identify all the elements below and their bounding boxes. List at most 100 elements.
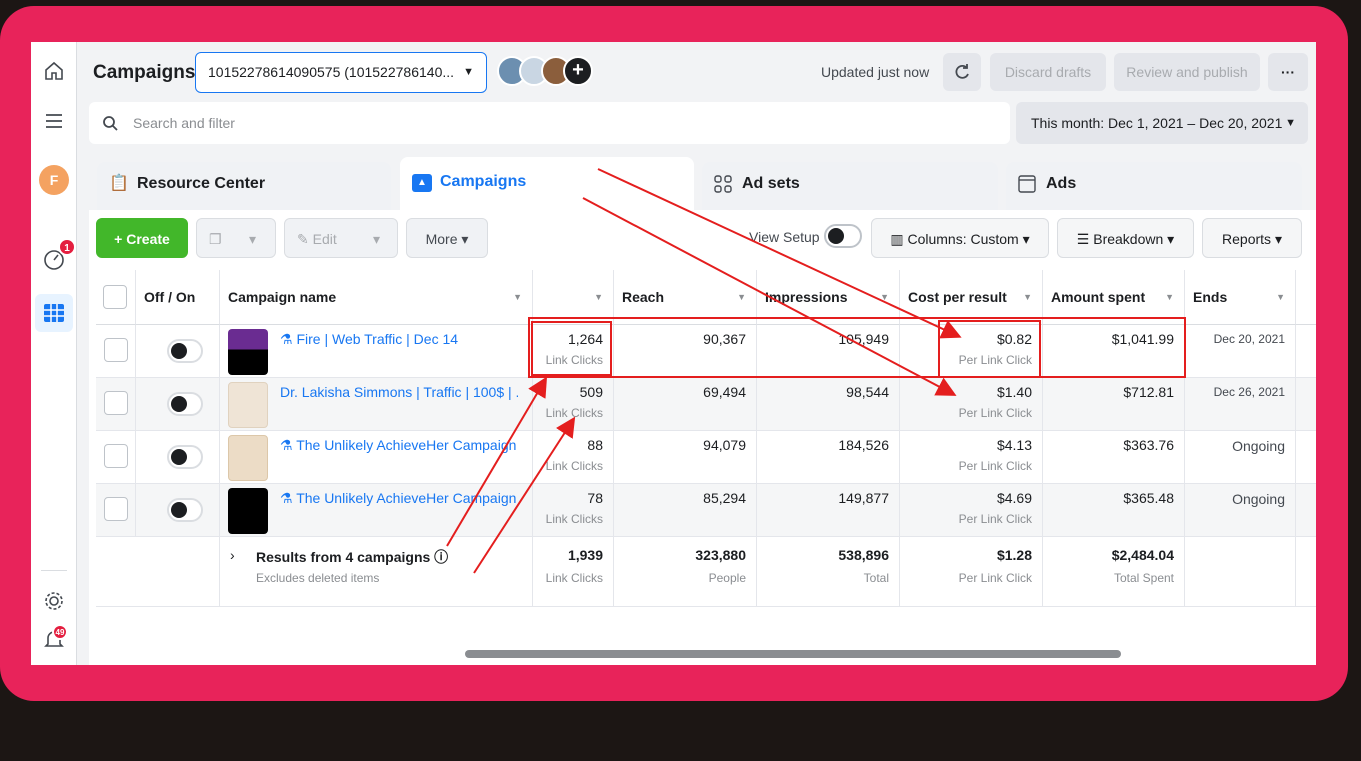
column-campaign-name[interactable]: Campaign name ▼ [220, 270, 533, 325]
gear-icon[interactable] [31, 590, 77, 618]
home-icon[interactable] [31, 60, 77, 88]
row-checkbox[interactable] [104, 444, 128, 468]
create-label: Create [126, 231, 170, 247]
spent-value: $712.81 [1123, 384, 1174, 400]
campaign-thumbnail [228, 329, 268, 375]
campaign-toggle[interactable] [167, 498, 203, 522]
table-row[interactable]: ⚗ The Unlikely AchieveHer Campaign 78 Lin… [96, 484, 1316, 537]
row-checkbox[interactable] [104, 338, 128, 362]
campaign-name-link[interactable]: Dr. Lakisha Simmons | Traffic | 100$ | .… [280, 384, 518, 400]
row-checkbox[interactable] [104, 497, 128, 521]
column-label: Impressions [765, 289, 848, 305]
spent-value: $363.76 [1123, 437, 1174, 453]
column-ends[interactable]: Ends ▼ [1185, 270, 1296, 325]
impressions-value: 184,526 [838, 437, 889, 453]
reach-value: 69,494 [703, 384, 746, 400]
account-select[interactable]: 10152278614090575 (101522786140... ▼ [195, 52, 487, 93]
cost-label: Per Link Click [958, 512, 1032, 526]
select-all-checkbox[interactable] [103, 285, 127, 309]
tab-resource-center[interactable]: 📋 Resource Center [97, 162, 391, 212]
more-button[interactable]: More ▾ [406, 218, 488, 258]
campaign-toggle[interactable] [167, 339, 203, 363]
horizontal-scrollbar[interactable] [465, 650, 1121, 658]
campaign-name-link[interactable]: ⚗ The Unlikely AchieveHer Campaign [280, 490, 518, 507]
chevron-down-icon: ▾ [461, 231, 469, 247]
breakdown-label: Breakdown [1093, 231, 1164, 247]
table-row[interactable]: Dr. Lakisha Simmons | Traffic | 100$ | .… [96, 378, 1316, 431]
page-title: Campaigns [93, 62, 196, 83]
more-options-button[interactable]: ··· [1268, 53, 1308, 91]
tab-label: Ads [1046, 175, 1077, 192]
menu-icon[interactable] [31, 110, 77, 138]
tab-label: Ad sets [742, 175, 800, 192]
info-icon[interactable]: ⓘ [434, 549, 448, 565]
search-input[interactable]: Search and filter [89, 102, 1010, 144]
summary-reach: 323,880 [695, 547, 746, 563]
campaign-thumbnail [228, 382, 268, 428]
sort-icon[interactable]: ▼ [513, 270, 522, 325]
edit-button[interactable]: ✎ Edit ▾ [284, 218, 398, 258]
duplicate-button[interactable]: ❐ ▾ [196, 218, 276, 258]
spent-value: $365.48 [1123, 490, 1174, 506]
chevron-down-icon: ▾ [1167, 231, 1175, 247]
table-grid-icon[interactable] [31, 302, 77, 330]
highlight-box [528, 317, 1186, 378]
discard-drafts-button[interactable]: Discard drafts [990, 53, 1106, 91]
campaign-toggle[interactable] [167, 392, 203, 416]
row-checkbox[interactable] [104, 391, 128, 415]
review-publish-button[interactable]: Review and publish [1114, 53, 1260, 91]
sort-icon[interactable]: ▼ [1276, 270, 1285, 325]
flask-icon: ⚗ [280, 331, 297, 347]
date-range-select[interactable]: This month: Dec 1, 2021 – Dec 20, 2021 ▼ [1016, 102, 1308, 144]
cost-value: $1.40 [996, 384, 1032, 400]
account-avatar[interactable]: F [39, 165, 69, 195]
toggle-knob [171, 396, 187, 412]
campaign-name: The Unlikely AchieveHer Campaign [296, 490, 517, 506]
campaign-name-link[interactable]: ⚗ Fire | Web Traffic | Dec 14 [280, 331, 518, 348]
campaign-name-link[interactable]: ⚗ The Unlikely AchieveHer Campaign [280, 437, 518, 454]
tab-ad-sets[interactable]: Ad sets [702, 162, 998, 212]
create-button[interactable]: + Create [96, 218, 188, 258]
cost-value: $4.13 [996, 437, 1032, 453]
plus-icon: + [114, 231, 127, 247]
duplicate-icon: ❐ [209, 231, 222, 247]
alerts-badge: 49 [52, 624, 68, 640]
reach-value: 94,079 [703, 437, 746, 453]
columns-label: Columns: Custom [907, 231, 1019, 247]
reach-value: 85,294 [703, 490, 746, 506]
summary-title: Results from 4 campaigns ⓘ [256, 549, 449, 565]
updated-status: Updated just now [821, 64, 930, 80]
summary-spent: $2,484.04 [1111, 547, 1174, 563]
results-value: 78 [587, 490, 603, 506]
view-setup-toggle[interactable] [824, 224, 862, 248]
account-avatars[interactable]: + [497, 56, 607, 86]
cost-value: $4.69 [996, 490, 1032, 506]
campaign-name: Dr. Lakisha Simmons | Traffic | 100$ | .… [280, 384, 518, 400]
add-icon[interactable]: + [563, 56, 593, 86]
summary-row: › Results from 4 campaigns ⓘ Excludes de… [96, 537, 1316, 607]
tab-ads[interactable]: Ads [1006, 162, 1302, 212]
grid-icon [714, 162, 732, 211]
header-select-all[interactable] [96, 270, 136, 325]
ends-value: Dec 26, 2021 [1213, 385, 1285, 399]
reports-label: Reports [1222, 231, 1272, 247]
chevron-right-icon[interactable]: › [230, 547, 235, 563]
summary-reach-label: People [708, 571, 746, 585]
reports-button[interactable]: Reports ▾ [1202, 218, 1302, 258]
breakdown-button[interactable]: ☰ Breakdown ▾ [1057, 218, 1194, 258]
account-select-value: 10152278614090575 (101522786140... [208, 64, 455, 80]
columns-button[interactable]: ▥ Columns: Custom ▾ [871, 218, 1049, 258]
column-off-on: Off / On [136, 270, 220, 325]
refresh-button[interactable] [943, 53, 981, 91]
campaign-toggle[interactable] [167, 445, 203, 469]
ends-value: Ongoing [1232, 438, 1285, 454]
view-setup-label: View Setup [749, 229, 820, 245]
campaign-name: The Unlikely AchieveHer Campaign [296, 437, 517, 453]
column-label: Ends [1193, 289, 1228, 305]
table-row[interactable]: ⚗ The Unlikely AchieveHer Campaign 88 Lin… [96, 431, 1316, 484]
clipboard-icon: 📋 [109, 175, 129, 192]
tab-campaigns[interactable]: ▲ Campaigns [400, 157, 694, 212]
summary-cost-label: Per Link Click [958, 571, 1032, 585]
summary-subtitle: Excludes deleted items [256, 571, 380, 585]
date-range-value: This month: Dec 1, 2021 – Dec 20, 2021 [1031, 115, 1283, 131]
